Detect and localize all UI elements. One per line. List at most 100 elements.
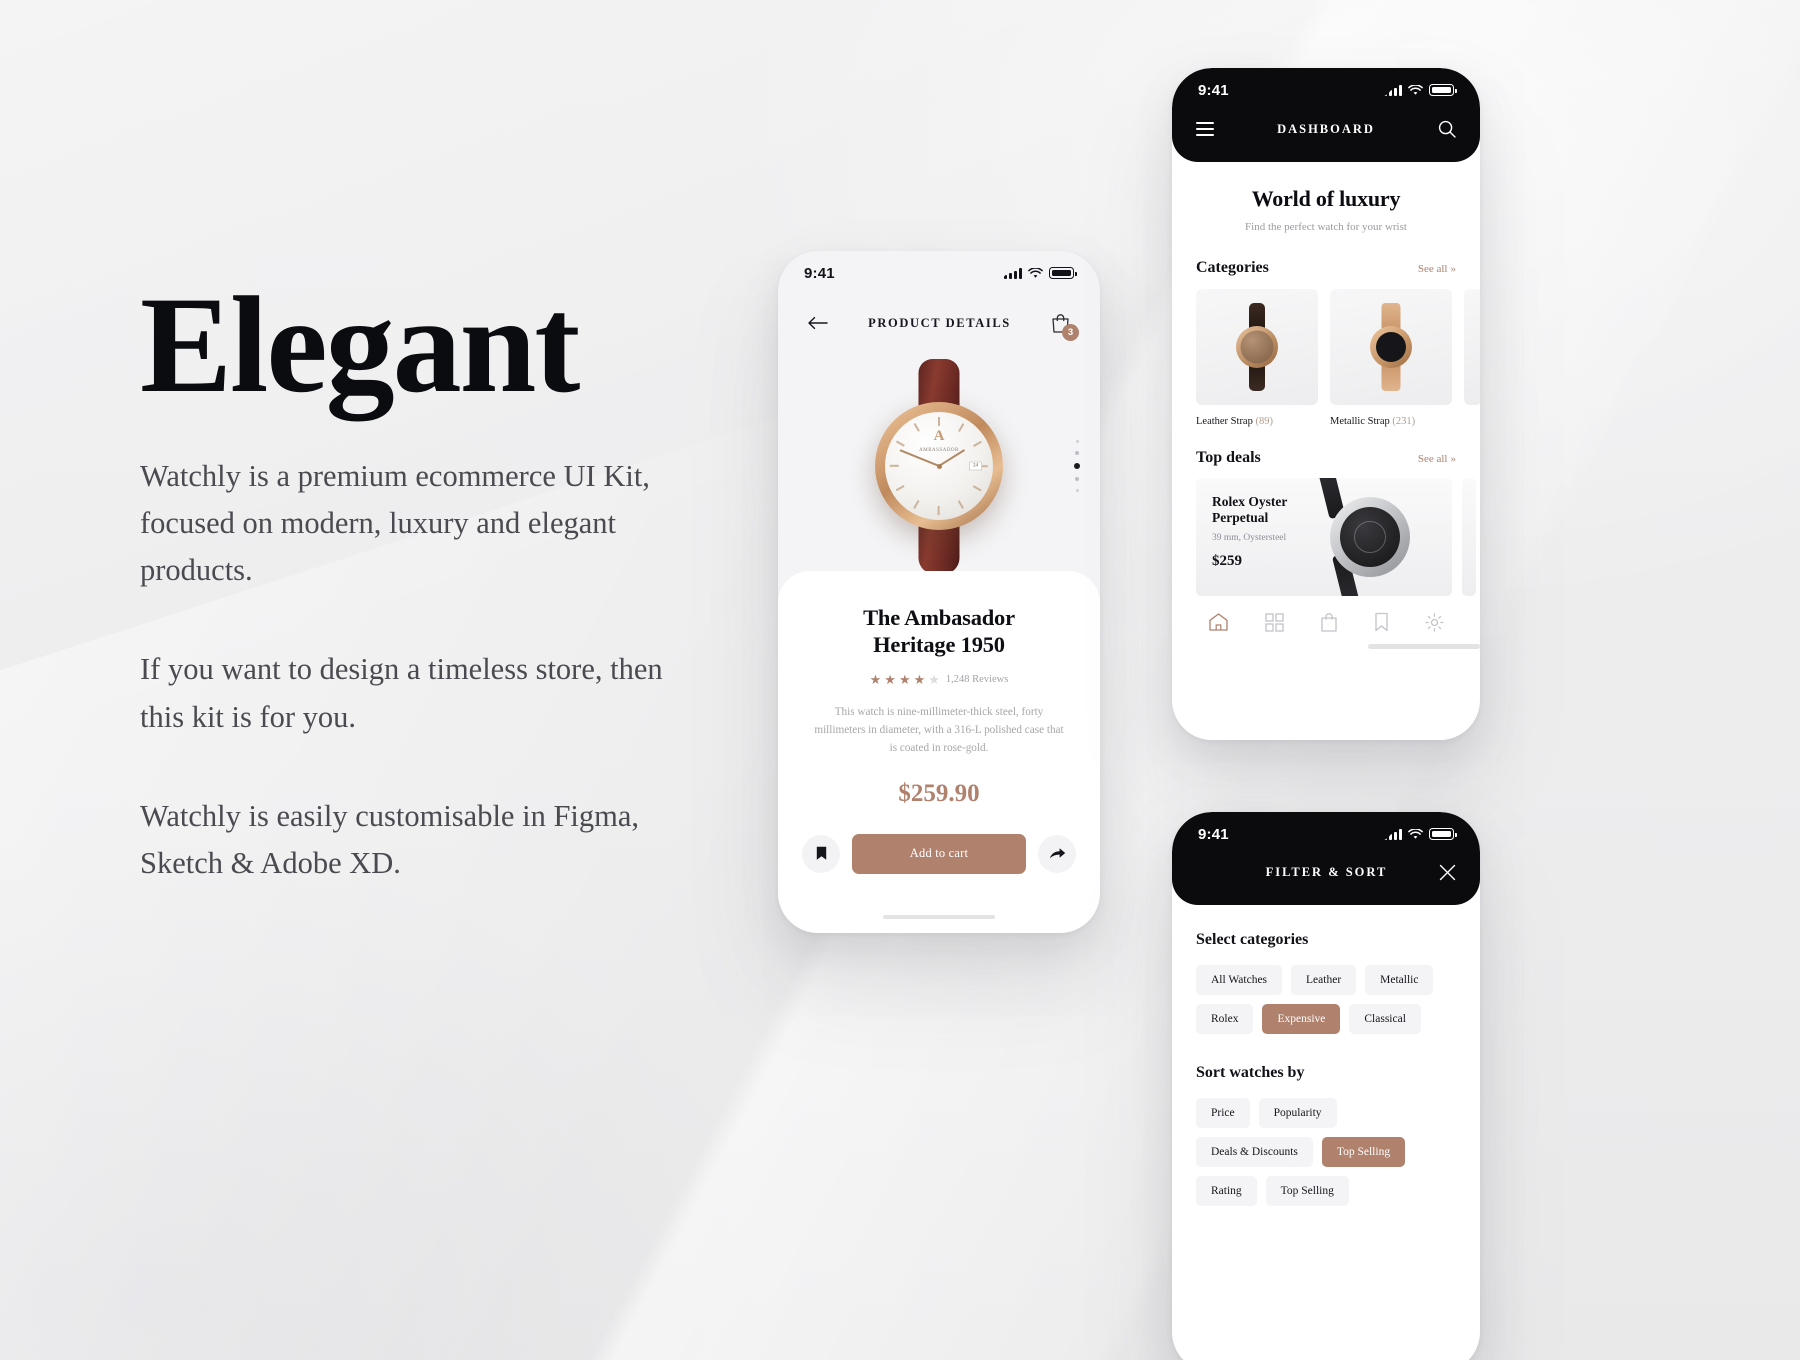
dashboard-hero: World of luxury Find the perfect watch f…	[1172, 162, 1480, 237]
select-categories-heading: Select categories	[1196, 931, 1309, 948]
grid-icon	[1265, 612, 1284, 632]
notch	[868, 251, 1010, 281]
see-all-label: See all	[1417, 263, 1448, 275]
category-card[interactable]	[1330, 289, 1452, 405]
product-actions: Add to cart	[802, 833, 1076, 874]
filter-sort-phone: 9:41 FILTER & SORT Select categories All…	[1172, 812, 1480, 1360]
tab-settings[interactable]	[1425, 612, 1444, 632]
bookmark-icon	[816, 846, 826, 860]
close-icon[interactable]	[1439, 864, 1456, 881]
product-name: The Ambasador Heritage 1950	[863, 605, 1015, 657]
deal-card[interactable]: Rolex Oyster Perpetual 39 mm, Oysterstee…	[1196, 478, 1452, 596]
wifi-icon	[1408, 828, 1423, 839]
battery-icon	[1049, 267, 1077, 279]
page-title: FILTER & SORT	[1265, 865, 1388, 879]
promo-paragraph-1: Watchly is a premium ecommerce UI Kit, f…	[140, 458, 650, 588]
product-watch-image: A AMBASSADOR 24	[865, 358, 1013, 574]
sort-chip-top-selling[interactable]: Top Selling	[1265, 1176, 1349, 1206]
category-label: Leather Strap (89)	[1196, 416, 1273, 427]
gear-icon	[1425, 612, 1444, 632]
product-price: $259.90	[898, 779, 980, 807]
deal-price: $259	[1212, 553, 1242, 570]
sort-watches-heading: Sort watches by	[1196, 1064, 1305, 1081]
categories-heading: Categories	[1196, 259, 1269, 276]
tab-bag[interactable]	[1320, 612, 1338, 632]
filter-chip-expensive[interactable]: Expensive	[1262, 1004, 1341, 1034]
dashboard-phone: 9:41 DASHBOARD World of luxury Find the …	[1172, 68, 1480, 740]
hero-title: World of luxury	[1251, 186, 1401, 211]
top-deals-section-header: Top deals See all »	[1172, 449, 1480, 467]
filter-chip-all-watches[interactable]: All Watches	[1196, 965, 1283, 995]
dashboard-header: 9:41 DASHBOARD	[1172, 68, 1480, 162]
categories-see-all-link[interactable]: See all »	[1418, 263, 1456, 275]
back-arrow-icon[interactable]	[808, 316, 828, 330]
wifi-icon	[1028, 267, 1043, 278]
tab-bookmark[interactable]	[1374, 612, 1389, 632]
sort-chip-group: Price Popularity Deals & Discounts Top S…	[1196, 1098, 1456, 1206]
filter-chip-leather[interactable]: Leather	[1291, 965, 1357, 995]
sort-chip-rating[interactable]: Rating	[1196, 1176, 1257, 1206]
filter-body: Select categories All Watches Leather Me…	[1172, 905, 1480, 1206]
star-rating-icons: ★ ★ ★ ★ ★	[869, 672, 940, 688]
sort-chip-price[interactable]: Price	[1196, 1098, 1250, 1128]
product-info-card: The Ambasador Heritage 1950 ★ ★ ★ ★ ★ 1,248 …	[778, 571, 1100, 933]
cart-badge: 3	[1061, 323, 1079, 341]
wifi-icon	[1408, 84, 1423, 95]
promo-paragraph-2: If you want to design a timeless store, …	[140, 652, 663, 734]
product-description: This watch is nine-millimeter-thick stee…	[814, 706, 1064, 755]
bottom-tabbar	[1172, 596, 1480, 638]
chevron-right-icon: »	[1450, 453, 1457, 465]
tab-grid[interactable]	[1265, 612, 1284, 632]
product-gallery[interactable]: A AMBASSADOR 24	[778, 341, 1100, 591]
search-icon[interactable]	[1438, 120, 1456, 138]
deal-subtitle: 39 mm, Oystersteel	[1212, 533, 1287, 544]
battery-icon	[1429, 828, 1457, 840]
top-deals-carousel[interactable]: Rolex Oyster Perpetual 39 mm, Oysterstee…	[1172, 467, 1480, 596]
home-indicator	[1368, 644, 1480, 649]
hero-subtitle: Find the perfect watch for your wrist	[1245, 221, 1407, 233]
sort-chip-deals-discounts[interactable]: Deals & Discounts	[1196, 1137, 1313, 1167]
deal-card-peek[interactable]	[1462, 478, 1476, 596]
status-time: 9:41	[804, 264, 835, 282]
deal-title: Rolex Oyster Perpetual	[1212, 494, 1288, 526]
bag-icon	[1321, 613, 1337, 632]
sort-chip-top-selling-selected[interactable]: Top Selling	[1321, 1137, 1406, 1167]
chevron-right-icon: »	[1450, 263, 1457, 275]
promo-copy: Elegant Watchly is a premium ecommerce U…	[140, 268, 760, 888]
sort-chip-popularity[interactable]: Popularity	[1258, 1098, 1337, 1128]
category-card-peek[interactable]	[1464, 289, 1480, 405]
filter-chip-rolex[interactable]: Rolex	[1196, 1004, 1254, 1034]
filter-chip-classical[interactable]: Classical	[1349, 1004, 1421, 1034]
bookmark-button[interactable]	[802, 834, 840, 873]
share-icon	[1049, 848, 1065, 859]
bookmark-icon	[1375, 612, 1388, 632]
product-rating: ★ ★ ★ ★ ★ 1,248 Reviews	[802, 673, 1076, 686]
filter-header: 9:41 FILTER & SORT	[1172, 812, 1480, 905]
category-labels: Leather Strap (89) Metallic Strap (231)	[1172, 405, 1480, 427]
status-time: 9:41	[1198, 81, 1229, 99]
tab-home[interactable]	[1208, 612, 1229, 632]
page-title: DASHBOARD	[1277, 121, 1375, 136]
categories-section-header: Categories See all »	[1172, 259, 1480, 277]
top-deals-heading: Top deals	[1196, 449, 1261, 466]
promo-paragraph-3: Watchly is easily customisable in Figma,…	[140, 799, 640, 881]
product-details-phone: 9:41 PRODUCT DETAILS 3 A AMBASSADOR 24 T…	[778, 251, 1100, 933]
page-title: Elegant	[140, 268, 580, 421]
category-card[interactable]	[1196, 289, 1318, 405]
top-deals-see-all-link[interactable]: See all »	[1418, 453, 1456, 465]
notch	[1258, 68, 1394, 98]
status-time: 9:41	[1198, 825, 1229, 843]
battery-icon	[1429, 84, 1457, 96]
categories-carousel[interactable]	[1172, 277, 1480, 405]
share-button[interactable]	[1038, 834, 1076, 873]
filter-chip-metallic[interactable]: Metallic	[1365, 965, 1434, 995]
category-label: Metallic Strap (231)	[1330, 416, 1416, 427]
gallery-pagination-dots[interactable]	[1074, 440, 1080, 492]
see-all-label: See all	[1417, 453, 1448, 465]
home-indicator	[883, 914, 995, 919]
add-to-cart-button[interactable]: Add to cart	[852, 833, 1026, 874]
cart-button[interactable]: 3	[1051, 313, 1079, 341]
home-icon	[1209, 613, 1228, 631]
reviews-count: 1,248 Reviews	[945, 674, 1009, 686]
hamburger-menu-icon[interactable]	[1196, 122, 1214, 136]
